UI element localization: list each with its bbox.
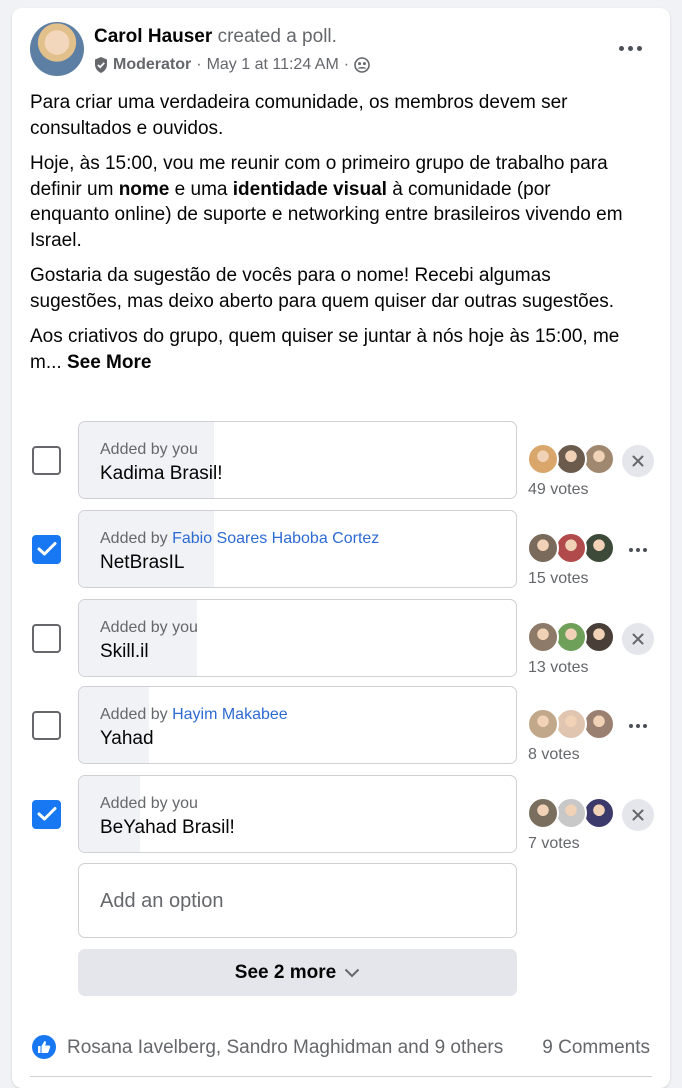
- vote-share-bar: [79, 511, 215, 587]
- voter-avatar[interactable]: [555, 797, 587, 829]
- vote-share-bar: [79, 422, 215, 498]
- voter-avatar[interactable]: [583, 621, 615, 653]
- meta-separator: ·: [343, 56, 350, 73]
- poll-option[interactable]: Added by you Kadima Brasil!: [78, 421, 517, 499]
- voter-avatar[interactable]: [555, 621, 587, 653]
- vote-share-bar: [79, 600, 197, 676]
- vote-count[interactable]: 7 votes: [528, 835, 580, 853]
- voter-avatar[interactable]: [583, 532, 615, 564]
- poll-option[interactable]: Added by Fabio Soares Haboba Cortez NetBr…: [78, 510, 517, 588]
- remove-option-button[interactable]: [622, 623, 654, 655]
- poll-option-row: Added by you Skill.il 13 votes: [12, 599, 670, 677]
- post-options-icon[interactable]: [612, 36, 648, 60]
- post-paragraph: Gostaria da sugestão de vocês para o nom…: [30, 265, 615, 312]
- poll-option-label: Skill.il: [100, 641, 149, 662]
- post-meta: Moderator · May 1 at 11:24 AM ·: [94, 56, 370, 74]
- vote-count[interactable]: 8 votes: [528, 746, 580, 764]
- poll-option-row: Added by you BeYahad Brasil! 7 votes: [12, 775, 670, 853]
- footer-divider: [30, 1076, 652, 1077]
- poll-option-row: Added by you Kadima Brasil! 49 votes: [12, 421, 670, 499]
- see-more-link[interactable]: See More: [67, 352, 151, 373]
- added-by-name[interactable]: Hayim Makabee: [172, 706, 288, 723]
- added-by-name: you: [172, 441, 198, 458]
- vote-count[interactable]: 49 votes: [528, 481, 588, 499]
- vote-share-bar: [79, 687, 149, 763]
- voter-avatars[interactable]: [527, 708, 617, 742]
- added-by-text: Added by Hayim Makabee: [100, 706, 288, 723]
- voter-avatar[interactable]: [527, 708, 559, 740]
- poll-option-row: Added by Hayim Makabee Yahad 8 votes: [12, 686, 670, 764]
- added-by-text: Added by you: [100, 795, 198, 812]
- vote-count[interactable]: 15 votes: [528, 570, 588, 588]
- remove-option-button[interactable]: [622, 799, 654, 831]
- voter-avatar[interactable]: [555, 532, 587, 564]
- vote-count[interactable]: 13 votes: [528, 659, 588, 677]
- added-by-text: Added by you: [100, 441, 198, 458]
- poll-option-checkbox[interactable]: [32, 446, 61, 475]
- voter-avatar[interactable]: [555, 708, 587, 740]
- poll-option-row: Added by Fabio Soares Haboba Cortez NetBr…: [12, 510, 670, 588]
- close-icon: [632, 809, 644, 821]
- add-option-input[interactable]: Add an option: [78, 863, 517, 938]
- voter-avatars[interactable]: [527, 797, 617, 831]
- voter-avatar[interactable]: [527, 621, 559, 653]
- vote-share-bar: [79, 776, 141, 852]
- added-by-name: you: [172, 795, 198, 812]
- author-role: Moderator: [113, 56, 192, 73]
- author-name[interactable]: Carol Hauser: [94, 26, 212, 47]
- meta-separator: ·: [196, 56, 202, 73]
- audience-group-icon[interactable]: [354, 57, 370, 73]
- close-icon: [632, 633, 644, 645]
- voter-avatar[interactable]: [583, 443, 615, 475]
- poll-option[interactable]: Added by you BeYahad Brasil!: [78, 775, 517, 853]
- voter-avatars[interactable]: [527, 443, 617, 477]
- added-by-text: Added by you: [100, 619, 198, 636]
- voter-avatars[interactable]: [527, 532, 617, 566]
- poll-option[interactable]: Added by Hayim Makabee Yahad: [78, 686, 517, 764]
- voter-avatar[interactable]: [583, 708, 615, 740]
- comments-count[interactable]: 9 Comments: [542, 1037, 650, 1059]
- check-icon: [37, 807, 57, 821]
- reactors-text[interactable]: Rosana Iavelberg, Sandro Maghidman and 9…: [67, 1037, 503, 1059]
- poll-option-checkbox[interactable]: [32, 711, 61, 740]
- post-footer: Rosana Iavelberg, Sandro Maghidman and 9…: [30, 1033, 650, 1065]
- voter-avatar[interactable]: [583, 797, 615, 829]
- see-more-options-button[interactable]: See 2 more: [78, 949, 517, 996]
- voter-avatars[interactable]: [527, 621, 617, 655]
- voter-avatar[interactable]: [527, 532, 559, 564]
- post-card: Carol Hauser created a poll. Moderator ·…: [12, 8, 670, 1088]
- post-paragraph: Para criar uma verdadeira comunidade, os…: [30, 92, 568, 139]
- option-more-icon[interactable]: [622, 710, 654, 742]
- option-more-icon[interactable]: [622, 534, 654, 566]
- poll-option-checkbox[interactable]: [32, 800, 61, 829]
- poll-option-checkbox[interactable]: [32, 535, 61, 564]
- poll-option[interactable]: Added by you Skill.il: [78, 599, 517, 677]
- added-by-text: Added by Fabio Soares Haboba Cortez: [100, 530, 380, 547]
- post-header: Carol Hauser created a poll.: [94, 26, 337, 48]
- close-icon: [632, 455, 644, 467]
- moderator-shield-icon: [95, 57, 107, 73]
- poll-option-label: NetBrasIL: [100, 552, 185, 573]
- post-paragraph: Aos criativos do grupo, quem quiser se j…: [30, 326, 620, 373]
- post-action-text: created a poll.: [217, 26, 337, 47]
- chevron-down-icon: [344, 968, 360, 977]
- added-by-name[interactable]: Fabio Soares Haboba Cortez: [172, 530, 379, 547]
- remove-option-button[interactable]: [622, 445, 654, 477]
- author-avatar[interactable]: [30, 22, 84, 76]
- poll-option-label: Yahad: [100, 728, 154, 749]
- check-icon: [37, 542, 57, 556]
- voter-avatar[interactable]: [527, 443, 559, 475]
- voter-avatar[interactable]: [527, 797, 559, 829]
- poll-option-label: BeYahad Brasil!: [100, 817, 235, 838]
- like-reaction-icon: [32, 1035, 56, 1059]
- poll-option-checkbox[interactable]: [32, 624, 61, 653]
- post-text: Para criar uma verdadeira comunidade, os…: [30, 90, 630, 385]
- post-timestamp[interactable]: May 1 at 11:24 AM: [207, 56, 339, 74]
- see-more-options-label: See 2 more: [234, 961, 337, 983]
- added-by-name: you: [172, 619, 198, 636]
- post-paragraph: Hoje, às 15:00, vou me reunir com o prim…: [30, 153, 623, 251]
- voter-avatar[interactable]: [555, 443, 587, 475]
- poll-option-label: Kadima Brasil!: [100, 463, 223, 484]
